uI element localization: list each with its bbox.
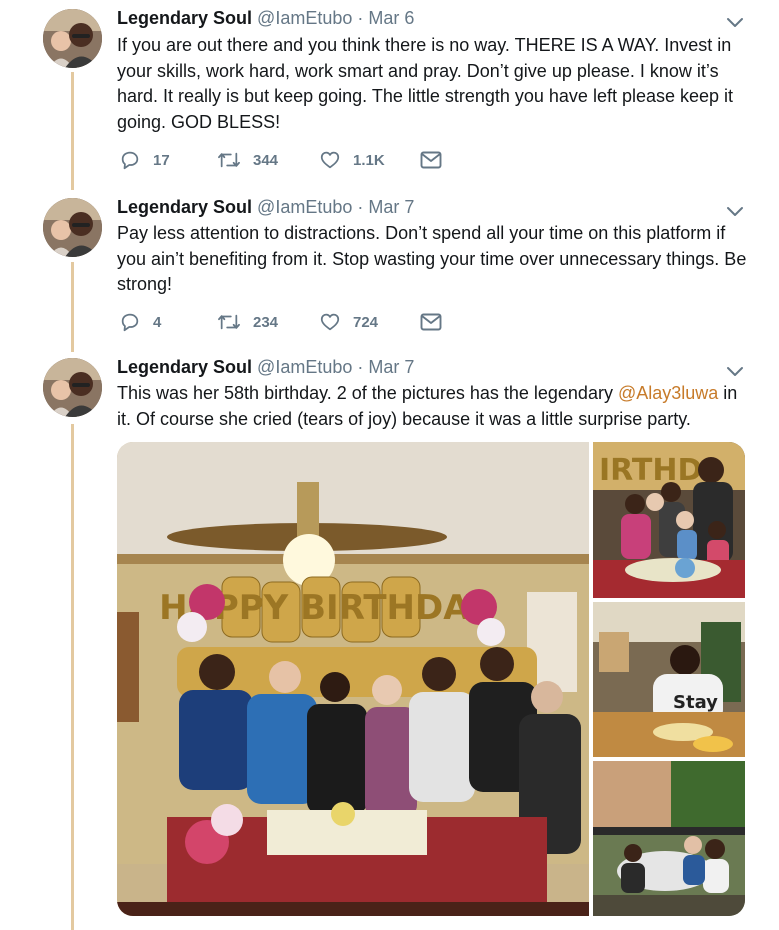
- tweet-text: Pay less attention to distractions. Don’…: [117, 223, 747, 294]
- retweet-icon: [218, 314, 240, 330]
- display-name[interactable]: Legendary Soul: [117, 197, 252, 217]
- tweet-text: If you are out there and you think there…: [117, 35, 734, 132]
- chevron-down-icon[interactable]: [725, 12, 745, 32]
- retweet-icon: [218, 152, 240, 168]
- tweet[interactable]: Legendary Soul @IamEtubo · Mar 7 Pay les…: [0, 190, 779, 345]
- birthday-group-photo[interactable]: IRTHD: [593, 442, 745, 598]
- avatar-photo: [43, 358, 102, 417]
- message-icon: [420, 313, 442, 331]
- retweet-button[interactable]: 234: [217, 311, 278, 333]
- separator: ·: [357, 357, 364, 377]
- avatar-photo: [43, 198, 102, 257]
- display-name[interactable]: Legendary Soul: [117, 8, 252, 28]
- display-name[interactable]: Legendary Soul: [117, 357, 252, 377]
- mention-link[interactable]: @Alay3luwa: [618, 383, 718, 403]
- message-icon: [420, 151, 442, 169]
- reply-button[interactable]: 4: [119, 311, 161, 333]
- reply-button[interactable]: 17: [119, 149, 170, 171]
- retweet-count: 344: [253, 151, 279, 169]
- like-count: 724: [353, 313, 379, 331]
- shirt-text: Stay: [673, 692, 718, 713]
- message-button[interactable]: [419, 311, 443, 333]
- tweet-text: This was her 58th birthday. 2 of the pic…: [117, 381, 747, 432]
- reply-icon: [121, 313, 139, 332]
- tweet-date[interactable]: Mar 7: [368, 197, 414, 217]
- like-button[interactable]: 1.1K: [319, 149, 385, 171]
- tweet-header: Legendary Soul @IamEtubo · Mar 7: [117, 357, 414, 378]
- like-icon: [320, 151, 340, 169]
- reply-count: 4: [153, 313, 162, 331]
- avatar-photo: [43, 9, 102, 68]
- separator: ·: [357, 197, 364, 217]
- tweet-header: Legendary Soul @IamEtubo · Mar 7: [117, 197, 414, 218]
- party-photo[interactable]: HAPPY BIRTHDAY: [117, 442, 589, 916]
- tweet-date[interactable]: Mar 7: [368, 357, 414, 377]
- like-icon: [320, 313, 340, 331]
- user-handle[interactable]: @IamEtubo: [257, 8, 352, 28]
- retweet-count: 234: [253, 313, 279, 331]
- tweet-header: Legendary Soul @IamEtubo · Mar 6: [117, 8, 414, 29]
- balloon-letters: IRTHD: [599, 453, 702, 488]
- chevron-down-icon[interactable]: [725, 361, 745, 381]
- tweet-date[interactable]: Mar 6: [368, 8, 414, 28]
- party-photo-image: HAPPY BIRTHDAY: [117, 442, 589, 916]
- avatar[interactable]: [43, 198, 102, 257]
- separator: ·: [357, 8, 364, 28]
- chevron-down-icon[interactable]: [725, 201, 745, 221]
- tweet-text-part: This was her 58th birthday. 2 of the pic…: [117, 383, 618, 403]
- tweet[interactable]: Legendary Soul @IamEtubo · Mar 6 If you …: [0, 0, 779, 185]
- retweet-button[interactable]: 344: [217, 149, 278, 171]
- avatar[interactable]: [43, 9, 102, 68]
- dinner-photo[interactable]: Stay: [593, 602, 745, 757]
- user-handle[interactable]: @IamEtubo: [257, 357, 352, 377]
- message-button[interactable]: [419, 149, 443, 171]
- reply-count: 17: [153, 151, 170, 169]
- patio-photo[interactable]: [593, 761, 745, 916]
- patio-image: [593, 761, 745, 916]
- like-count: 1.1K: [353, 151, 385, 169]
- user-handle[interactable]: @IamEtubo: [257, 197, 352, 217]
- avatar[interactable]: [43, 358, 102, 417]
- birthday-group-image: IRTHD: [593, 442, 745, 598]
- dinner-image: Stay: [593, 602, 745, 757]
- media-grid: HAPPY BIRTHDAY IRTHD Stay: [117, 442, 745, 916]
- reply-icon: [121, 151, 139, 170]
- like-button[interactable]: 724: [319, 311, 378, 333]
